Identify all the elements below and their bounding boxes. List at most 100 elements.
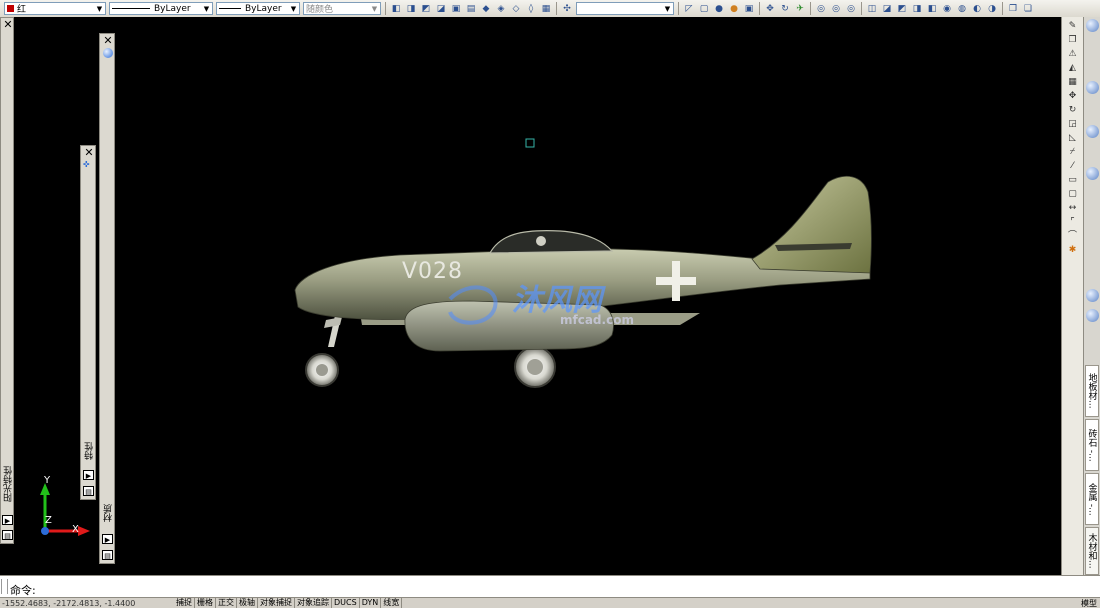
orbit-icon[interactable]: ↻ (779, 3, 791, 15)
box-icon[interactable]: ▢ (698, 3, 710, 15)
slice-icon[interactable]: ◧ (926, 3, 938, 15)
dyn-toggle[interactable]: DYN (360, 598, 382, 608)
subtract-icon[interactable]: ◍ (956, 3, 968, 15)
mirror-icon[interactable]: ⚠ (1067, 48, 1079, 60)
rotate-icon[interactable]: ↻ (1067, 104, 1079, 116)
intersect-icon[interactable]: ◐ (971, 3, 983, 15)
view-left-icon[interactable]: ◩ (420, 3, 432, 15)
palette-tab-flooring[interactable]: 地板材... (1085, 365, 1099, 417)
properties-menu-icon[interactable]: ▤ (83, 486, 94, 496)
paste-icon[interactable]: ❏ (1022, 3, 1034, 15)
view-iso2-icon[interactable]: ◈ (495, 3, 507, 15)
sweep-icon[interactable]: ◩ (896, 3, 908, 15)
materials-panel[interactable]: ✕ 材质 ▶ ▤ (99, 33, 115, 564)
lineweight-dropdown[interactable]: ByLayer ▼ (216, 2, 300, 15)
properties-menu-icon[interactable]: ▤ (102, 550, 113, 560)
ducs-toggle[interactable]: DUCS (332, 598, 360, 608)
otrack-toggle[interactable]: 对象追踪 (295, 598, 332, 608)
pan-icon[interactable]: ✥ (764, 3, 776, 15)
auto-hide-icon[interactable]: ▶ (83, 470, 94, 480)
shade-icon[interactable]: ● (728, 3, 740, 15)
sun-properties-panel[interactable]: ✕ 阳光特性 ▶ ▤ (0, 17, 14, 544)
thicken-icon[interactable]: ◑ (986, 3, 998, 15)
revolve-icon[interactable]: ◪ (881, 3, 893, 15)
sphere-icon[interactable]: ● (713, 3, 725, 15)
render-icon[interactable]: ▣ (743, 3, 755, 15)
union-icon[interactable]: ◉ (941, 3, 953, 15)
view-bottom-icon[interactable]: ◨ (405, 3, 417, 15)
erase-icon[interactable]: ✎ (1067, 20, 1079, 32)
extend-icon[interactable]: ⁄ (1067, 160, 1079, 172)
ucs-icon[interactable]: ◸ (683, 3, 695, 15)
ucs-x-label: X (72, 524, 79, 535)
palette-material-icon[interactable] (1086, 125, 1099, 138)
chevron-down-icon[interactable]: ▼ (95, 4, 104, 13)
drawing-viewport[interactable]: V028 沐风网 mfcad.com Y Z X ✕ 阳光特性 ▶ ▤ ✕ ✜ … (0, 17, 1061, 575)
copy-object-icon[interactable]: ❐ (1067, 34, 1079, 46)
chevron-down-icon[interactable]: ▼ (370, 4, 379, 13)
palette-material-icon[interactable] (1086, 19, 1099, 32)
view-right-icon[interactable]: ◪ (435, 3, 447, 15)
close-icon[interactable]: ✕ (102, 35, 114, 47)
chamfer-icon[interactable]: ⌜ (1067, 216, 1079, 228)
properties-panel[interactable]: ✕ ✜ 特性 ▶ ▤ (80, 145, 96, 500)
close-icon[interactable]: ✕ (2, 19, 14, 31)
layer-lock-icon[interactable]: ◎ (845, 3, 857, 15)
array-icon[interactable]: ▦ (1067, 76, 1079, 88)
linetype-dropdown[interactable]: ByLayer ▼ (109, 2, 213, 15)
layer-freeze-icon[interactable]: ◎ (830, 3, 842, 15)
view-iso4-icon[interactable]: ◊ (525, 3, 537, 15)
scale-icon[interactable]: ◲ (1067, 118, 1079, 130)
view-front-icon[interactable]: ▣ (450, 3, 462, 15)
view-top-icon[interactable]: ◧ (390, 3, 402, 15)
walk-icon[interactable]: ✈ (794, 3, 806, 15)
camera-icon[interactable]: ▦ (540, 3, 552, 15)
polar-toggle[interactable]: 极轴 (237, 598, 258, 608)
palette-tab-masonry[interactable]: 砖石 -... (1085, 419, 1099, 471)
osnap-toggle[interactable]: 对象捕捉 (258, 598, 295, 608)
chevron-down-icon[interactable]: ▼ (202, 4, 211, 13)
view-iso-icon[interactable]: ◆ (480, 3, 492, 15)
break-at-point-icon[interactable]: ▭ (1067, 174, 1079, 186)
view-dropdown[interactable]: ▼ (576, 2, 674, 15)
palette-material-icon[interactable] (1086, 167, 1099, 180)
auto-hide-icon[interactable]: ▶ (2, 515, 13, 525)
fillet-icon[interactable]: ⌒ (1067, 230, 1079, 242)
view-iso3-icon[interactable]: ◇ (510, 3, 522, 15)
palette-material-icon[interactable] (1086, 81, 1099, 94)
layer-state-icon[interactable]: ◎ (815, 3, 827, 15)
palette-tab-wood[interactable]: 木材和... (1085, 527, 1099, 575)
view-back-icon[interactable]: ▤ (465, 3, 477, 15)
palette-material-icon[interactable] (1086, 309, 1099, 322)
model-space-label[interactable]: 模型 (1081, 598, 1100, 608)
properties-menu-icon[interactable]: ▤ (2, 530, 13, 540)
watermark-url: mfcad.com (560, 313, 634, 327)
stretch-icon[interactable]: ◺ (1067, 132, 1079, 144)
grid-toggle[interactable]: 栅格 (195, 598, 216, 608)
explode-icon[interactable]: ✱ (1067, 244, 1079, 256)
break-icon[interactable]: ▢ (1067, 188, 1079, 200)
material-sphere-icon[interactable] (103, 48, 113, 58)
join-icon[interactable]: ↔ (1067, 202, 1079, 214)
ortho-toggle[interactable]: 正交 (216, 598, 237, 608)
palette-tab-metal[interactable]: 金属 -... (1085, 473, 1099, 525)
offset-icon[interactable]: ◭ (1067, 62, 1079, 74)
visual-style-icon[interactable]: ✣ (561, 3, 573, 15)
move-icon[interactable]: ✥ (1067, 90, 1079, 102)
chevron-down-icon[interactable]: ▼ (289, 4, 298, 13)
command-line-grip[interactable] (1, 579, 8, 594)
auto-hide-icon[interactable]: ▶ (102, 534, 113, 544)
quick-select-icon[interactable]: ✜ (83, 160, 94, 170)
lineweight-toggle[interactable]: 线宽 (381, 598, 403, 608)
trim-icon[interactable]: ⌿ (1067, 146, 1079, 158)
plotstyle-dropdown[interactable]: 随颜色 ▼ (303, 2, 381, 15)
loft-icon[interactable]: ◨ (911, 3, 923, 15)
color-dropdown[interactable]: 红 ▼ (4, 2, 106, 15)
command-line[interactable]: 命令: (0, 575, 1100, 597)
copy-icon[interactable]: ❐ (1007, 3, 1019, 15)
palette-material-icon[interactable] (1086, 289, 1099, 302)
close-icon[interactable]: ✕ (83, 147, 95, 159)
snap-toggle[interactable]: 捕捉 (174, 598, 195, 608)
extrude-icon[interactable]: ◫ (866, 3, 878, 15)
chevron-down-icon[interactable]: ▼ (663, 4, 672, 13)
